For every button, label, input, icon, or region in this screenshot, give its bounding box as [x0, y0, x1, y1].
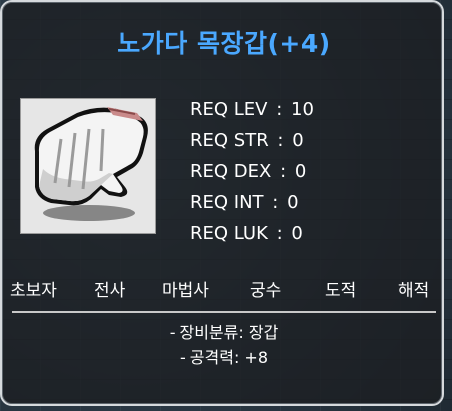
stat-equip-category: - 장비분류: 장갑: [169, 323, 279, 342]
req-dex: REQ DEX : 0: [190, 161, 307, 182]
req-int: REQ INT : 0: [190, 192, 299, 213]
white-work-glove-icon: [34, 107, 148, 221]
job-list: 초보자 전사 마법사 궁수 도적 해적: [2, 276, 446, 301]
job-magician: 마법사: [162, 281, 209, 301]
job-thief: 도적: [325, 281, 357, 301]
item-name: 노가다 목장갑(+4): [117, 29, 331, 58]
divider: [12, 311, 436, 313]
item-tooltip: 노가다 목장갑(+4) REQ LEV : 10 REQ STR : 0 REQ…: [0, 0, 444, 406]
req-str: REQ STR : 0: [190, 130, 304, 151]
item-icon-frame: [20, 98, 156, 234]
item-stats: - 장비분류: 장갑 - 공격력: +8: [2, 320, 446, 370]
job-pirate: 해적: [398, 281, 430, 301]
req-luk: REQ LUK : 0: [190, 223, 303, 244]
job-beginner: 초보자: [10, 281, 57, 301]
stat-attack: - 공격력: +8: [179, 348, 269, 367]
job-warrior: 전사: [94, 281, 126, 301]
req-level: REQ LEV : 10: [190, 99, 314, 120]
job-bowman: 궁수: [250, 281, 282, 301]
requirements-list: REQ LEV : 10 REQ STR : 0 REQ DEX : 0 REQ…: [190, 94, 314, 249]
